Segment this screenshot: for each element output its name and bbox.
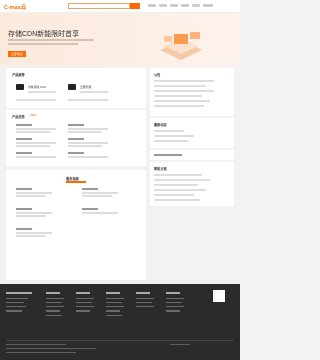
feature-desc (16, 142, 56, 144)
help-item[interactable] (154, 184, 198, 186)
feature-desc (16, 128, 56, 130)
header-nav (148, 4, 213, 7)
footer-col (6, 292, 32, 315)
hero-subtitle-line (8, 43, 78, 45)
section-title: 产品优势 (12, 115, 25, 119)
footer-col (136, 292, 158, 310)
products-card: 产品推荐 对象存储 OSS 云服务器 (6, 68, 146, 108)
feature-desc (68, 156, 108, 158)
nav-item[interactable] (159, 4, 167, 7)
product-label[interactable]: 云服务器 (80, 85, 91, 89)
product-desc (68, 99, 108, 101)
feature-desc (68, 145, 102, 147)
hero-illustration-icon (160, 32, 202, 60)
service-title[interactable] (16, 228, 32, 230)
help-item[interactable] (154, 189, 206, 191)
top-header: C-mas云 (0, 0, 240, 13)
help-item[interactable] (154, 179, 210, 181)
feature-desc (68, 128, 108, 130)
search-button[interactable] (130, 3, 140, 9)
service-desc (16, 195, 46, 197)
notice-card: 公告 (150, 68, 234, 116)
promo-card (150, 150, 234, 160)
sidebar-title: 帮助文档 (154, 167, 167, 171)
features-card: 产品优势 NEW (6, 110, 146, 166)
service-desc (82, 192, 118, 194)
footer-col (46, 292, 68, 319)
service-title[interactable] (82, 208, 98, 210)
feature-desc (16, 131, 50, 133)
notice-item[interactable] (154, 95, 202, 97)
site-footer (0, 284, 240, 360)
footer-col (106, 292, 128, 319)
footer-col (166, 292, 188, 315)
hero-title: 存储CDN新能限时首享 (8, 31, 80, 38)
feature-desc (68, 142, 108, 144)
nav-item[interactable] (181, 4, 189, 7)
section-underline (66, 181, 86, 183)
help-item[interactable] (154, 174, 202, 176)
nav-item[interactable] (192, 4, 200, 7)
feature-title (68, 138, 84, 140)
news-item[interactable] (154, 140, 188, 142)
notice-item[interactable] (154, 105, 204, 107)
service-desc (16, 192, 52, 194)
service-desc (82, 212, 118, 214)
search-input[interactable] (68, 3, 130, 9)
service-title[interactable] (82, 188, 98, 190)
feature-desc (16, 156, 56, 158)
help-card: 帮助文档 (150, 162, 234, 206)
product-desc (28, 91, 56, 93)
qrcode-icon (213, 290, 225, 302)
help-item[interactable] (154, 194, 194, 196)
news-item[interactable] (154, 130, 184, 132)
hero-banner: 存储CDN新能限时首享 立即购买 (0, 13, 240, 65)
feature-desc (16, 145, 50, 147)
notice-item[interactable] (154, 80, 214, 82)
product-oss-icon[interactable] (16, 84, 24, 90)
notice-item[interactable] (154, 90, 214, 92)
services-card: 服务指南 (6, 170, 146, 280)
service-desc (82, 195, 112, 197)
product-desc (16, 99, 56, 101)
product-label[interactable]: 对象存储 OSS (28, 85, 46, 89)
promo-item[interactable] (154, 154, 182, 156)
product-desc (80, 91, 108, 93)
service-desc (16, 212, 52, 214)
notice-item[interactable] (154, 85, 206, 87)
nav-item[interactable] (170, 4, 178, 7)
feature-title (16, 138, 32, 140)
hero-buy-button[interactable]: 立即购买 (8, 51, 26, 57)
news-card: 最新动态 (150, 118, 234, 148)
help-item[interactable] (154, 199, 200, 201)
site-logo[interactable]: C-mas云 (4, 3, 26, 11)
news-item[interactable] (154, 135, 194, 137)
feature-title (68, 124, 84, 126)
sidebar-title: 公告 (154, 73, 161, 77)
hero-subtitle-line (8, 39, 94, 41)
service-desc (16, 235, 46, 237)
nav-item[interactable] (203, 4, 213, 7)
nav-item[interactable] (148, 4, 156, 7)
section-title: 产品推荐 (12, 73, 25, 77)
feature-title (68, 152, 84, 154)
product-ecs-icon[interactable] (68, 84, 76, 90)
feature-title (16, 124, 32, 126)
sidebar-title: 最新动态 (154, 123, 167, 127)
footer-col (76, 292, 98, 315)
feature-desc (68, 131, 102, 133)
notice-item[interactable] (154, 100, 210, 102)
footer-divider (6, 340, 234, 341)
service-desc (16, 215, 46, 217)
service-desc (16, 232, 52, 234)
service-title[interactable] (16, 208, 32, 210)
new-tag: NEW (30, 114, 37, 117)
feature-title (16, 152, 32, 154)
service-title[interactable] (16, 188, 32, 190)
